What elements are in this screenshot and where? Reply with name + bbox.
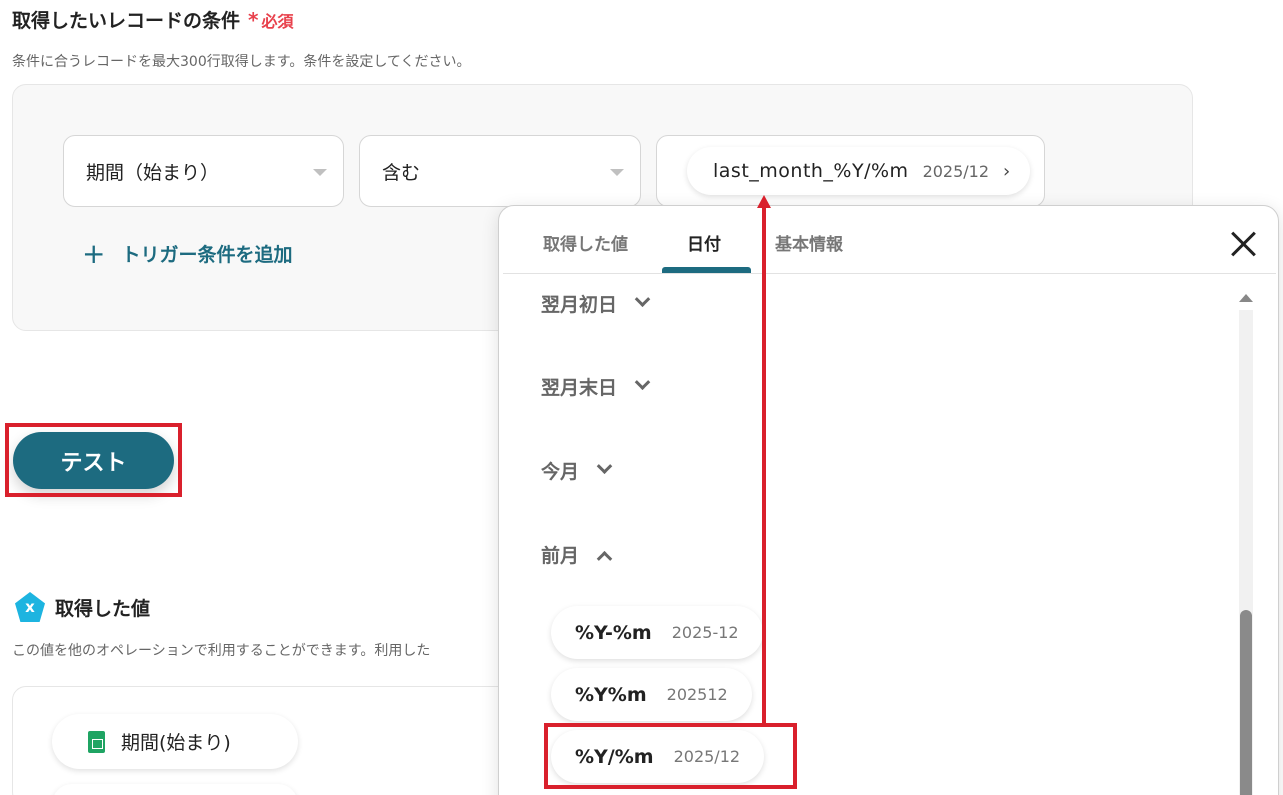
field-dropdown-caret-icon: [313, 169, 327, 176]
value-chip-key: last_month_%Y/%m: [713, 160, 909, 182]
retrieved-value-chip-label: 期間(始まり): [121, 732, 231, 754]
field-select-value: 期間（始まり）: [86, 161, 220, 184]
group-next-month-last-day[interactable]: 翌月末日: [541, 373, 651, 400]
tab-divider: [503, 273, 1276, 274]
retrieved-value-chip-partial[interactable]: [52, 784, 298, 795]
option-key: %Y-%m: [575, 621, 652, 644]
plus-icon: +: [82, 236, 106, 270]
tab-basic-info[interactable]: 基本情報: [775, 230, 843, 255]
group-label: 翌月初日: [541, 294, 618, 316]
required-label: 必須: [261, 11, 294, 31]
option-sample: 2025-12: [671, 623, 739, 642]
chevron-down-icon: [634, 291, 651, 308]
annotation-arrow-head-icon: [757, 195, 771, 208]
group-label: 翌月末日: [541, 377, 618, 399]
close-icon[interactable]: [1229, 230, 1257, 258]
chevron-up-icon: [596, 550, 613, 567]
value-chip-sample: 2025/12: [922, 161, 990, 181]
option-last-month-compact[interactable]: %Y%m 202512: [551, 668, 752, 721]
retrieved-values-description: この値を他のオペレーションで利用することができます。利用した: [12, 643, 431, 659]
chevron-right-icon: ›: [1003, 160, 1011, 182]
group-label: 前月: [541, 545, 580, 567]
group-last-month[interactable]: 前月: [541, 541, 613, 568]
value-picker-popup: 取得した値 日付 基本情報 翌月初日 翌月末日 今月 前月 %Y-%m 2025…: [498, 205, 1279, 795]
annotation-arrow-line: [762, 205, 766, 726]
option-sample: 202512: [666, 685, 728, 704]
scrollbar-thumb[interactable]: [1240, 610, 1252, 795]
operator-select[interactable]: 含む: [359, 135, 641, 207]
spreadsheet-icon: [88, 730, 105, 753]
option-last-month-hyphen[interactable]: %Y-%m 2025-12: [551, 606, 763, 659]
operator-dropdown-caret-icon: [610, 169, 624, 176]
retrieved-value-chip[interactable]: 期間(始まり): [52, 714, 298, 769]
required-asterisk-icon: *: [248, 7, 259, 32]
chevron-down-icon: [596, 458, 613, 475]
required-badge: * 必須: [248, 8, 293, 32]
group-this-month[interactable]: 今月: [541, 457, 613, 484]
condition-value-field[interactable]: last_month_%Y/%m 2025/12 ›: [656, 135, 1045, 207]
operator-select-value: 含む: [382, 161, 421, 184]
tab-date[interactable]: 日付: [687, 230, 721, 255]
add-trigger-label: トリガー条件を追加: [121, 244, 293, 266]
retrieved-values-title-text: 取得した値: [55, 597, 151, 620]
retrieved-values-title: x 取得した値: [15, 592, 150, 622]
chevron-down-icon: [634, 374, 651, 391]
test-button-highlight: [5, 423, 182, 497]
group-next-month-first-day[interactable]: 翌月初日: [541, 290, 651, 317]
option-highlight: [544, 723, 797, 789]
field-select[interactable]: 期間（始まり）: [63, 135, 344, 207]
value-chip[interactable]: last_month_%Y/%m 2025/12 ›: [687, 147, 1031, 195]
section-title: 取得したいレコードの条件 * 必須: [12, 6, 294, 33]
option-key: %Y%m: [575, 683, 647, 706]
group-label: 今月: [541, 461, 580, 483]
retrieved-values-icon: x: [15, 592, 45, 622]
scroll-up-arrow-icon[interactable]: [1239, 294, 1253, 302]
tab-retrieved-values[interactable]: 取得した値: [543, 230, 628, 255]
section-description: 条件に合うレコードを最大300行取得します。条件を設定してください。: [12, 54, 471, 70]
add-trigger-condition-button[interactable]: + トリガー条件を追加: [82, 236, 293, 270]
section-title-text: 取得したいレコードの条件: [12, 10, 241, 32]
